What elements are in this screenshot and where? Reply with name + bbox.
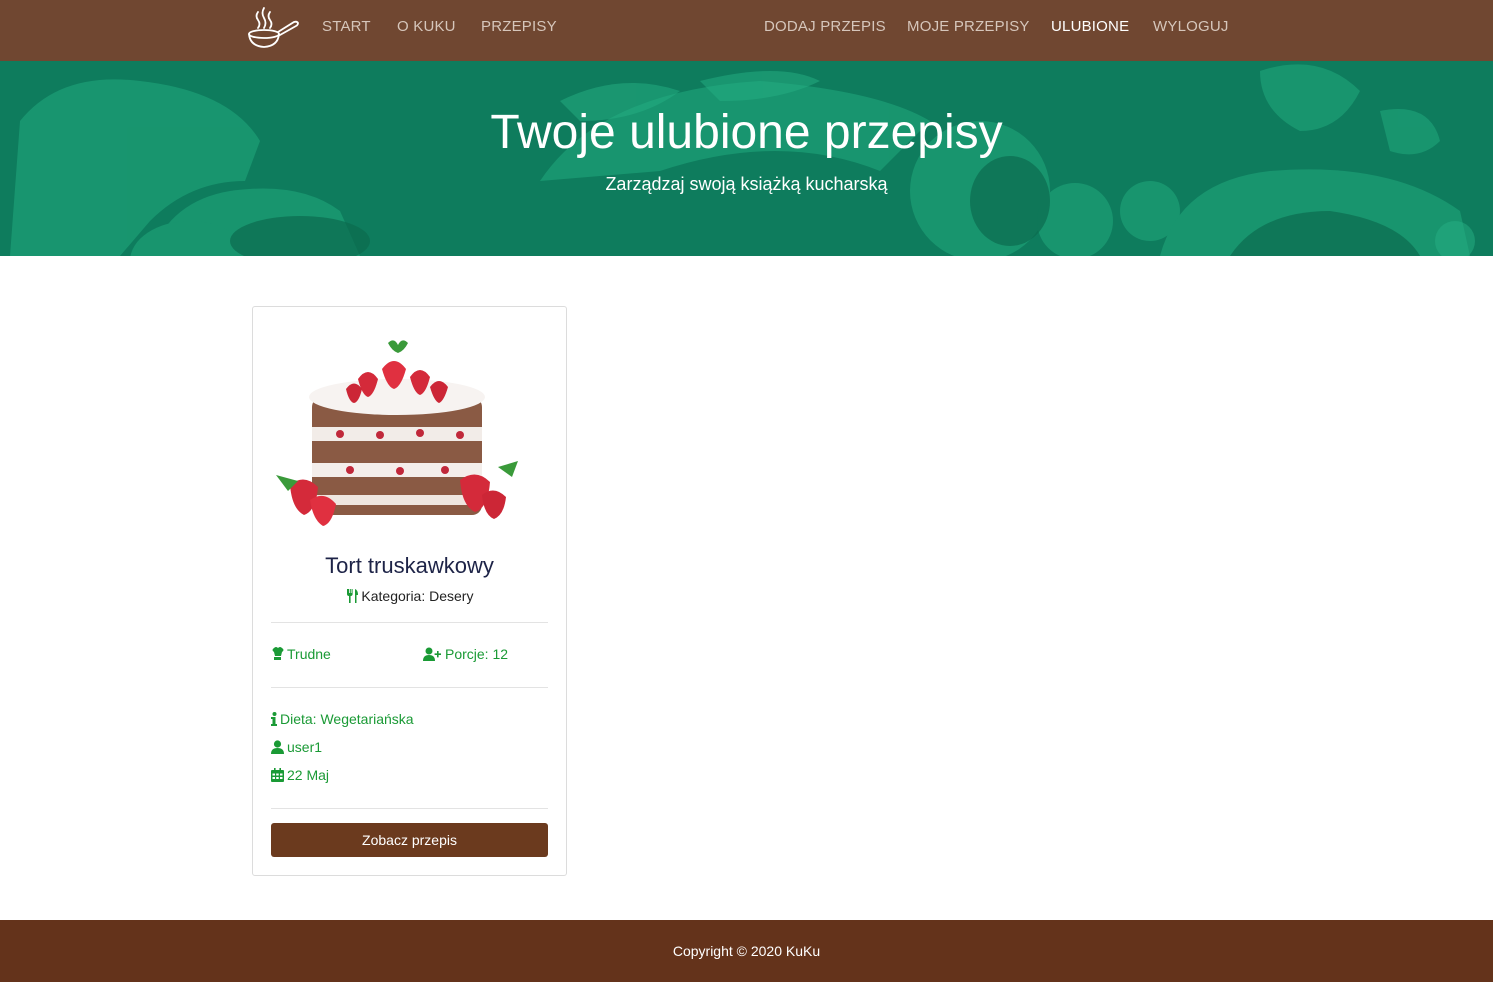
calendar-icon [271, 768, 284, 782]
nav-moje-przepisy[interactable]: MOJE PRZEPISY [907, 18, 1030, 35]
copyright-text: Copyright © 2020 KuKu [672, 943, 821, 959]
divider [271, 808, 548, 809]
recipe-category: Kategoria: Desery [253, 588, 566, 604]
recipe-category-label: Kategoria: Desery [361, 588, 474, 604]
recipe-difficulty-label: Trudne [287, 646, 331, 662]
nav-wyloguj[interactable]: WYLOGUJ [1153, 18, 1229, 35]
recipe-author: user1 [271, 739, 322, 755]
recipe-card: Tort truskawkowy Kategoria: Desery Trudn… [252, 306, 567, 876]
nav-ulubione[interactable]: ULUBIONE [1051, 18, 1129, 35]
page-title: Twoje ulubione przepisy [490, 106, 1003, 159]
recipe-date: 22 Maj [271, 767, 329, 783]
divider [271, 622, 548, 623]
navbar: START O KUKU PRZEPISY DODAJ PRZEPIS MOJE… [0, 0, 1493, 61]
recipe-title[interactable]: Tort truskawkowy [253, 553, 566, 579]
view-recipe-button[interactable]: Zobacz przepis [271, 823, 548, 857]
strawberry-cake-image[interactable] [270, 335, 528, 531]
recipe-portions: Porcje: 12 [423, 646, 508, 662]
user-plus-icon [423, 647, 441, 661]
recipe-diet-label: Dieta: Wegetariańska [280, 711, 414, 727]
recipe-author-label: user1 [287, 739, 323, 755]
divider [271, 687, 548, 688]
footer: Copyright © 2020 KuKu [0, 920, 1493, 982]
nav-dodaj-przepis[interactable]: DODAJ PRZEPIS [764, 18, 886, 35]
user-icon [271, 740, 284, 754]
recipe-date-label: 22 Maj [287, 767, 330, 783]
frying-pan-icon[interactable] [245, 4, 301, 54]
nav-o-kuku[interactable]: O KUKU [397, 18, 456, 35]
page-subtitle: Zarządzaj swoją książką kucharską [605, 174, 888, 194]
recipe-portions-label: Porcje: 12 [445, 646, 509, 662]
recipe-difficulty: Trudne [271, 646, 331, 662]
recipe-diet: Dieta: Wegetariańska [271, 711, 414, 727]
utensils-icon [346, 589, 358, 603]
nav-przepisy[interactable]: PRZEPISY [481, 18, 557, 35]
nav-start[interactable]: START [322, 18, 371, 35]
info-icon [271, 712, 277, 726]
chef-icon [272, 647, 284, 660]
